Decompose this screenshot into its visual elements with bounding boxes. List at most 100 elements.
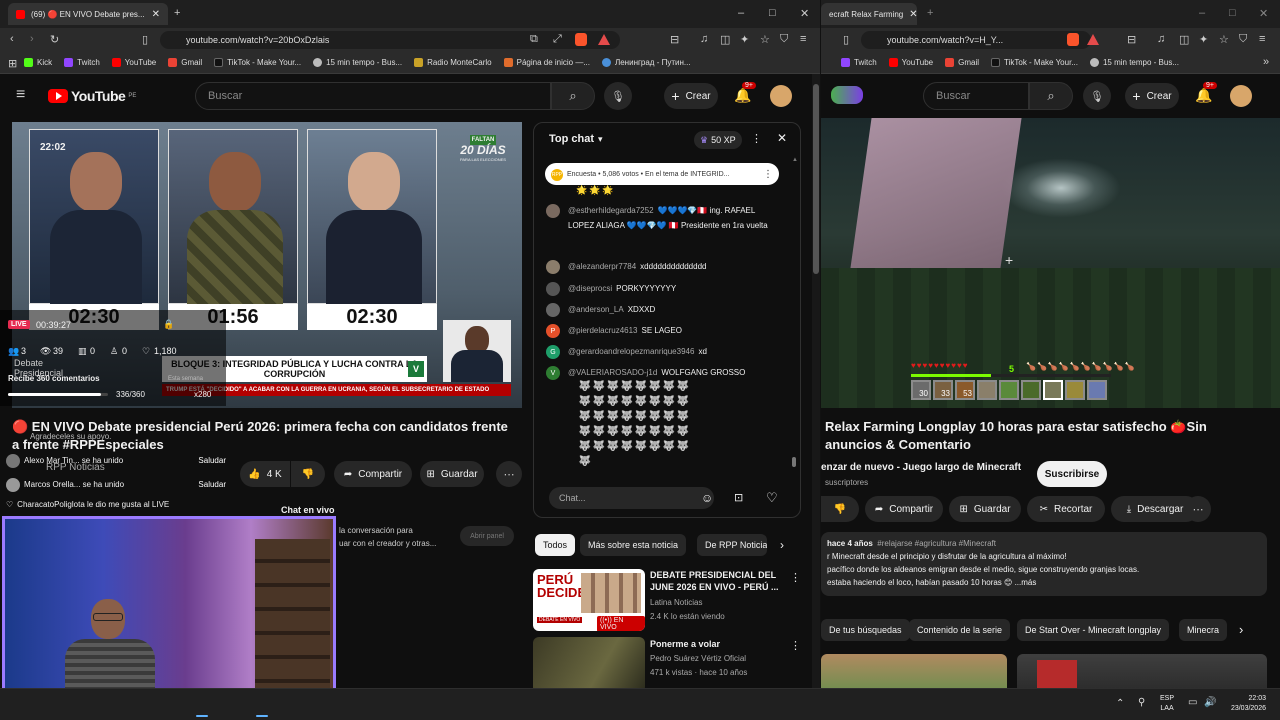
reload-icon[interactable]: ↻ [50,33,59,46]
chat-avatar[interactable]: V [546,366,560,380]
youtube-logo[interactable]: YouTube PE [48,88,136,104]
back-icon[interactable]: ‹ [10,33,14,45]
close-tab-icon[interactable]: ✕ [909,9,917,20]
chat-message[interactable]: P @pierdelacruz4613 SE LAGEO [546,323,788,338]
dislike-button[interactable]: 👎 [821,496,859,522]
greet-button[interactable]: Saludar [198,456,226,465]
page-scrollbar[interactable] [812,74,820,688]
chat-mode-dropdown[interactable]: Top chat ▾ [549,133,603,145]
bookmark-icon[interactable]: ▯ [843,33,849,46]
brave-shield-icon[interactable] [1067,33,1079,46]
language-indicator[interactable]: ESP LAA [1160,694,1174,714]
chat-message[interactable]: @diseprocsi PORKYYYYYYY [546,281,788,296]
notifications-button[interactable]: 🔔 9+ [1195,82,1217,104]
url-field[interactable]: youtube.com/watch?v=20bOxDzlais [160,31,620,49]
network-icon[interactable]: ▭ [1188,697,1197,708]
sidebar-icon[interactable]: ⊟ [1127,33,1136,46]
create-button[interactable]: + Crear [1125,83,1179,109]
chat-username[interactable]: @gerardoandrelopezmanrique3946 [568,347,694,356]
close-window-icon[interactable]: ✕ [1259,7,1268,20]
bookmark-youtube[interactable]: YouTube [888,58,933,67]
related-more-icon[interactable]: ⋮ [790,571,801,584]
search-button[interactable]: ⌕ [1029,82,1073,110]
chips-next-icon[interactable]: › [1239,622,1243,637]
channel-name[interactable]: enzar de nuevo - Juego largo de Minecraf… [821,462,1021,473]
close-chat-icon[interactable]: ✕ [777,131,787,145]
bookmark-leningrad[interactable]: Ленинград - Путин... [601,58,691,67]
share-button[interactable]: ➦ Compartir [334,461,412,487]
search-input[interactable]: Buscar [923,82,1029,110]
chat-avatar[interactable] [546,204,560,218]
chat-avatar[interactable]: G [546,345,560,359]
vpn-icon[interactable]: ⛉ [780,33,788,46]
heart-reaction-icon[interactable]: ♡ [766,490,778,506]
bookmark-radio[interactable]: Radio MonteCarlo [414,58,492,67]
description-box[interactable]: hace 4 años #relajarse #agricultura #Min… [821,532,1267,596]
page-scroll-thumb[interactable] [813,84,819,274]
chat-scrollbar[interactable]: ▲ [792,157,798,477]
tab-minecraft[interactable]: ecraft Relax Farming ✕ [821,3,917,25]
chat-username[interactable]: @anderson_LA [568,305,624,314]
chat-collapsed-tab[interactable]: Chat en vivo [281,505,335,515]
bookmark-icon[interactable]: ▯ [142,33,148,46]
chip-start-over[interactable]: De Start Over - Minecraft longplay [1017,619,1170,641]
extensions-icon[interactable]: ⧉ [530,33,538,46]
bookmark-gmail[interactable]: Gmail [168,58,202,67]
bookmark-twitch[interactable]: Twitch [841,58,877,67]
avatar[interactable] [770,85,792,107]
bookmark-twitch[interactable]: Twitch [64,58,100,67]
tray-up-arrow-icon[interactable]: ⌃ [1116,698,1124,709]
more-actions-button[interactable]: ⋯ [496,461,522,487]
share-button[interactable]: ➦ Compartir [865,496,943,522]
chat-avatar[interactable] [546,303,560,317]
xp-badge[interactable]: ♛ 50 XP [694,131,742,149]
music-icon[interactable]: ♫ [700,33,708,45]
chat-avatar[interactable] [546,260,560,274]
bookmark-tiktok[interactable]: TikTok - Make Your... [214,58,301,67]
dislike-button[interactable]: 👎 [291,461,325,487]
super-chat-icon[interactable]: ⊡ [734,491,743,504]
url-field[interactable]: youtube.com/watch?v=H_Y... [861,31,1091,49]
chat-message[interactable]: @anderson_LA XDXXD [546,302,788,317]
chat-username[interactable]: @estherhildegarda7252 [568,206,654,215]
volume-icon[interactable]: 🔊 [1204,697,1216,708]
extensions-puzzle-icon[interactable]: ✦ [740,33,749,46]
minimize-icon[interactable]: – [1199,7,1205,19]
related-video[interactable]: PERÚ DECIDE DEBATE EN VIVO ((•)) EN VIVO… [533,569,813,633]
poll-more-icon[interactable]: ⋮ [763,169,773,180]
bookmark-youtube[interactable]: YouTube [111,58,156,67]
bookmark-15min[interactable]: 15 min tempo - Bus... [313,58,402,67]
new-tab-icon[interactable]: + [174,7,180,19]
chat-message[interactable]: G @gerardoandrelopezmanrique3946 xd [546,344,788,359]
channel-name[interactable]: RPP Noticias [46,462,105,473]
save-button[interactable]: ⊞ Guardar [420,461,484,487]
tab-youtube-debate[interactable]: (69) 🔴 EN VIVO Debate pres... ✕ [8,3,168,25]
vpn-icon[interactable]: ⛉ [1239,33,1247,46]
voice-search-button[interactable]: 🎙 [604,82,632,110]
bookmark-15min[interactable]: 15 min tempo - Bus... [1089,58,1179,67]
bookmark-gmail[interactable]: Gmail [945,58,979,67]
chat-username[interactable]: @alezanderpr7784 [568,262,636,271]
subscribe-button[interactable]: Suscribirse [1037,461,1107,487]
close-window-icon[interactable]: ✕ [800,7,809,20]
favorites-icon[interactable]: ☆ [760,33,770,46]
clip-button[interactable]: ✂ Recortar [1027,496,1105,522]
maximize-icon[interactable]: □ [769,7,776,19]
minecraft-video-player[interactable]: + ♥ ♥ ♥ ♥ ♥ ♥ ♥ ♥ ♥ ♥ 5 🍗🍗🍗🍗🍗🍗🍗🍗🍗🍗 30 33 53 [821,118,1280,408]
brave-shield-icon[interactable] [575,33,587,46]
split-view-icon[interactable]: ◫ [720,33,730,46]
more-bookmarks-icon[interactable]: » [1263,56,1269,68]
save-button[interactable]: ⊞ Guardar [949,496,1021,522]
sidebar-icon[interactable]: ⊟ [670,33,679,46]
hamburger-menu-icon[interactable]: ≡ [16,86,25,104]
like-button[interactable]: 👍 4 K [240,461,290,487]
favorites-icon[interactable]: ☆ [1219,33,1229,46]
apps-grid-icon[interactable]: ⊞ [8,57,17,70]
chat-input[interactable]: Chat... [549,487,714,509]
scroll-up-arrow[interactable]: ▲ [792,157,798,163]
new-tab-icon[interactable]: + [927,7,933,19]
split-view-icon[interactable]: ◫ [1179,33,1189,46]
voice-search-button[interactable]: 🎙 [1083,82,1111,110]
music-icon[interactable]: ♫ [1157,33,1165,45]
extensions-puzzle-icon[interactable]: ✦ [1199,33,1208,46]
